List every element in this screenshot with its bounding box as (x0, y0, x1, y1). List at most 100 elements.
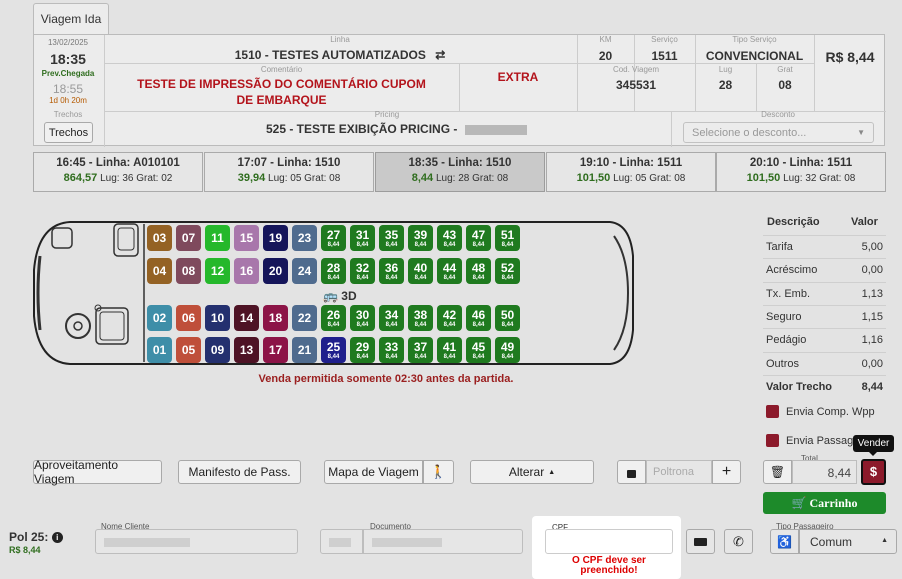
seat-available[interactable]: 39 8,44 (408, 225, 433, 251)
tipo-passageiro-select[interactable]: Comum ▲ (799, 529, 897, 554)
seat-available[interactable]: 35 8,44 (379, 225, 404, 251)
seat-available[interactable]: 37 8,44 (408, 337, 433, 363)
seat-available[interactable]: 41 8,44 (437, 337, 462, 363)
envia-wpp-label: Envia Comp. Wpp (786, 406, 875, 418)
cpf-input[interactable] (545, 529, 673, 554)
tab-label: Viagem Ida (40, 12, 102, 26)
redacted-block (329, 538, 351, 547)
passenger-price: R$ 8,44 (9, 545, 41, 555)
delete-button[interactable]: 🗑 (763, 460, 792, 484)
documento-input[interactable] (363, 529, 523, 554)
cpf-error: O CPF deve ser preenchido! (572, 555, 646, 576)
pricing-label: Pricing (374, 110, 400, 119)
alterar-button[interactable]: Alterar ▲ (470, 460, 594, 484)
seat-occupied: 03 (147, 225, 172, 251)
seat-occupied: 08 (176, 258, 201, 284)
mapa-viagem-button[interactable]: Mapa de Viagem (324, 460, 423, 484)
envia-passagem-checkbox[interactable] (766, 434, 779, 447)
seat-available[interactable]: 46 8,44 (466, 305, 491, 331)
seat-occupied: 05 (176, 337, 201, 363)
desconto-label: Desconto (761, 110, 795, 119)
card-button[interactable] (686, 529, 715, 554)
tipo-servico-label: Tipo Serviço (732, 35, 777, 44)
seat-available[interactable]: 28 8,44 (321, 258, 346, 284)
seat-available[interactable]: 34 8,44 (379, 305, 404, 331)
tab-viagem-ida[interactable]: Viagem Ida (33, 3, 109, 34)
summary-row: Seguro 1,15 (763, 305, 886, 328)
dollar-icon: $ (869, 464, 878, 479)
seat-available[interactable]: 26 8,44 (321, 305, 346, 331)
summary-row: Pedágio 1,16 (763, 328, 886, 351)
trip-option[interactable]: 19:10 - Linha: 1511 101,50 Lug: 05 Grat:… (546, 152, 716, 192)
manifesto-button[interactable]: Manifesto de Pass. (178, 460, 301, 484)
seat-available[interactable]: 32 8,44 (350, 258, 375, 284)
walk-button[interactable]: 🚶 (423, 460, 454, 484)
seat-occupied: 23 (292, 225, 317, 251)
vender-tooltip: Vender (853, 435, 894, 452)
seat-available[interactable]: 38 8,44 (408, 305, 433, 331)
desconto-select[interactable]: Selecione o desconto... ▼ (683, 122, 874, 143)
seat-available[interactable]: 51 8,44 (495, 225, 520, 251)
linha-value: 1510 - TESTES AUTOMATIZADOS ⇄ (234, 48, 446, 62)
lock-button[interactable] (617, 460, 646, 484)
seat-available[interactable]: 31 8,44 (350, 225, 375, 251)
trip-option-selected[interactable]: 18:35 - Linha: 1510 8,44 Lug: 28 Grat: 0… (375, 152, 545, 192)
seat-available[interactable]: 43 8,44 (437, 225, 462, 251)
envia-wpp-checkbox[interactable] (766, 405, 779, 418)
seat-occupied: 18 (263, 305, 288, 331)
extra-badge: EXTRA (497, 70, 539, 84)
phone-icon: ✆ (733, 533, 744, 549)
nome-cliente-input[interactable] (95, 529, 298, 554)
poltrona-input[interactable]: Poltrona (646, 460, 712, 484)
servico-value: 1511 (651, 49, 678, 63)
seat-available[interactable]: 30 8,44 (350, 305, 375, 331)
tooltip-arrow (869, 452, 877, 456)
card-icon (694, 537, 707, 546)
seat-available[interactable]: 49 8,44 (495, 337, 520, 363)
seat-available[interactable]: 42 8,44 (437, 305, 462, 331)
swap-icon: ⇄ (435, 48, 446, 62)
summary-row: Acréscimo 0,00 (763, 258, 886, 281)
seat-available[interactable]: 36 8,44 (379, 258, 404, 284)
seat-available[interactable]: 52 8,44 (495, 258, 520, 284)
seat-available[interactable]: 44 8,44 (437, 258, 462, 284)
trash-icon: 🗑 (769, 465, 786, 479)
caret-down-icon: ▼ (857, 128, 865, 137)
documento-type-select[interactable] (320, 529, 363, 554)
seat-available[interactable]: 40 8,44 (408, 258, 433, 284)
km-value: 20 (598, 49, 613, 63)
trip-date: 13/02/2025 (47, 38, 89, 47)
seat-available[interactable]: 25 8,44 (321, 337, 346, 363)
seat-available[interactable]: 47 8,44 (466, 225, 491, 251)
seat-available[interactable]: 45 8,44 (466, 337, 491, 363)
bus-3d-label: 🚌 3D (323, 289, 357, 303)
comentario-value: TESTE DE IMPRESSÃO DO COMENTÁRIO CUPOM D… (137, 77, 426, 107)
phone-button[interactable]: ✆ (724, 529, 753, 554)
seat-available[interactable]: 50 8,44 (495, 305, 520, 331)
seat-available[interactable]: 48 8,44 (466, 258, 491, 284)
aproveitamento-viagem-button[interactable]: Aproveitamento Viagem (33, 458, 162, 486)
walking-person-icon: 🚶 (430, 464, 447, 479)
add-seat-button[interactable]: + (712, 460, 741, 484)
seat-available[interactable]: 29 8,44 (350, 337, 375, 363)
summary-row: Outros 0,00 (763, 352, 886, 375)
trip-option[interactable]: 17:07 - Linha: 1510 39,94 Lug: 05 Grat: … (204, 152, 374, 192)
redacted-block (104, 538, 190, 547)
accessibility-button[interactable]: ♿ (770, 529, 799, 554)
seat-occupied: 15 (234, 225, 259, 251)
seat-available[interactable]: 33 8,44 (379, 337, 404, 363)
carrinho-button[interactable]: 🛒 Carrinho (763, 492, 886, 514)
info-icon[interactable]: i (51, 532, 63, 544)
vender-button[interactable]: $ (861, 459, 886, 485)
lug-value: 28 (718, 78, 733, 92)
trip-option[interactable]: 20:10 - Linha: 1511 101,50 Lug: 32 Grat:… (716, 152, 886, 192)
seat-occupied: 14 (234, 305, 259, 331)
seat-available[interactable]: 27 8,44 (321, 225, 346, 251)
grat-value: 08 (778, 78, 792, 92)
seat-occupied: 09 (205, 337, 230, 363)
trechos-button[interactable]: Trechos (44, 122, 93, 143)
passenger-pol: Pol 25: i (9, 530, 63, 544)
trip-duration: 1d 0h 20m (49, 96, 87, 105)
trip-option[interactable]: 16:45 - Linha: A010101 864,57 Lug: 36 Gr… (33, 152, 203, 192)
total-field: 8,44 (792, 460, 857, 484)
